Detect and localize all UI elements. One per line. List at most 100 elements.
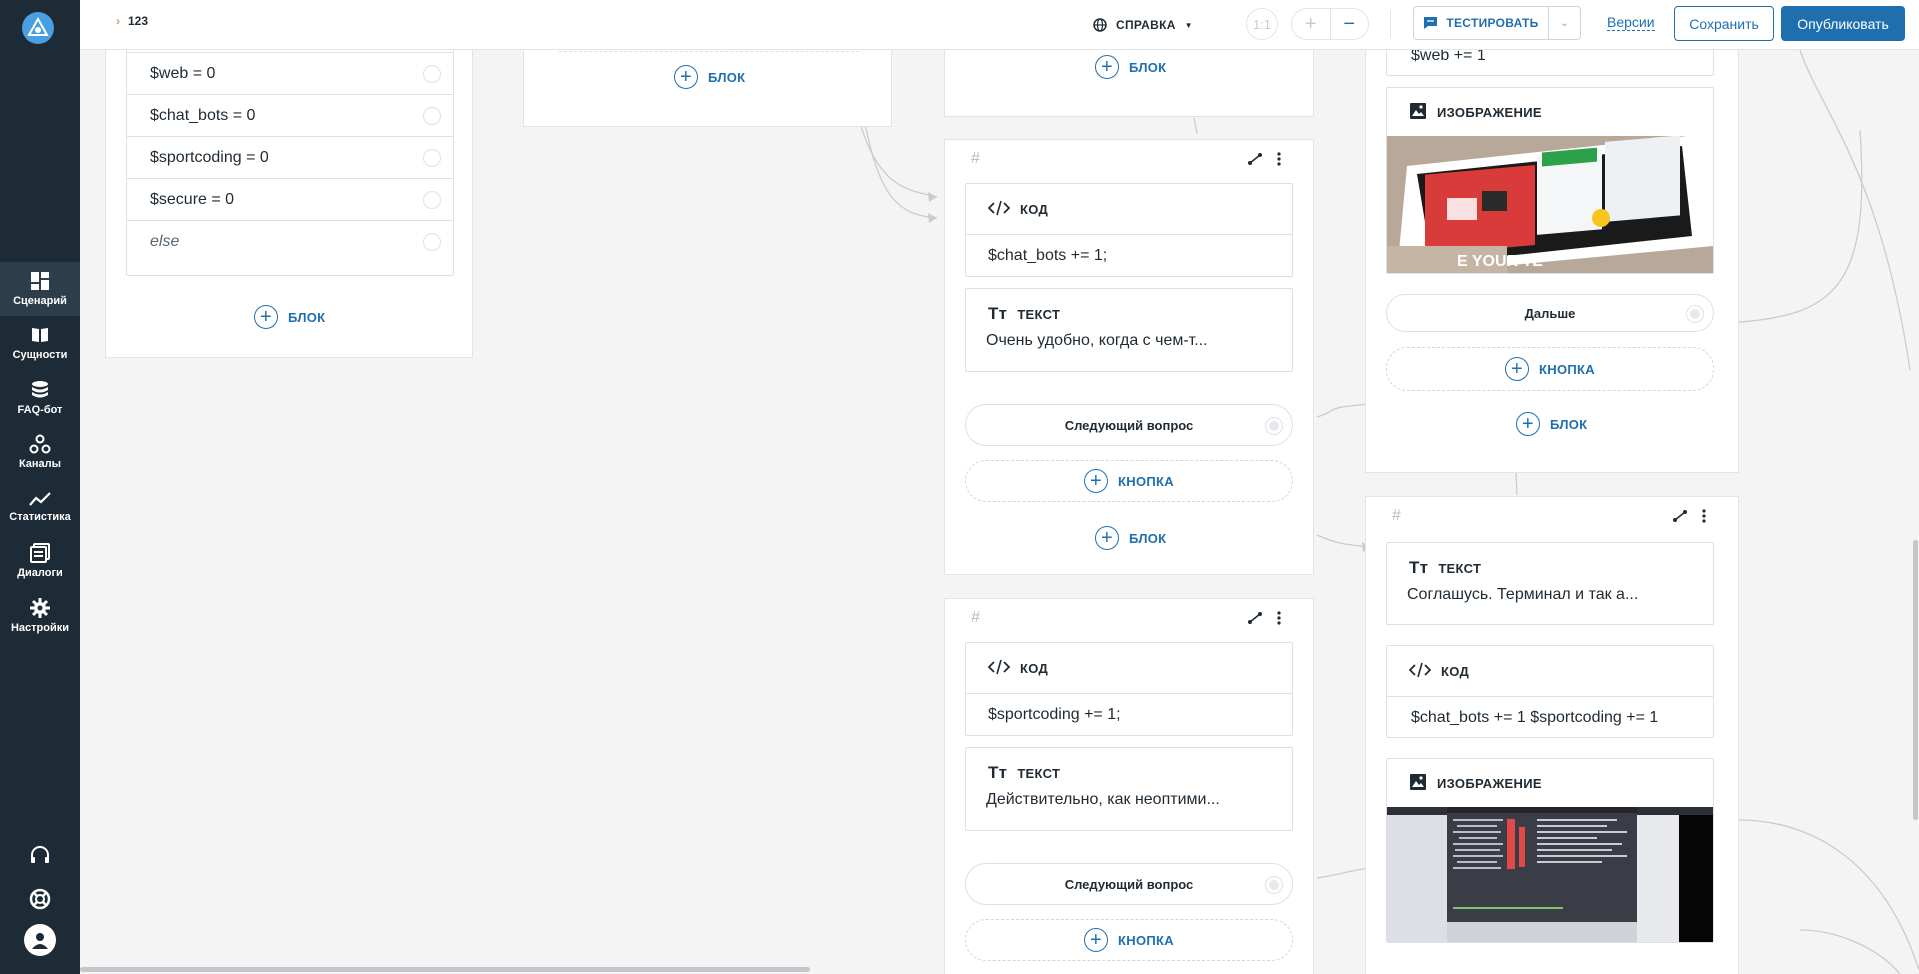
add-block-button[interactable]: + БЛОК — [1516, 412, 1587, 436]
sidebar-item-settings[interactable]: Настройки — [0, 589, 80, 643]
sidebar-item-dialogs[interactable]: Диалоги — [0, 534, 80, 588]
conditions-block: $web = 0 $chat_bots = 0 $sportcoding = 0… — [126, 50, 454, 276]
connector-circle-icon[interactable] — [423, 107, 441, 125]
conditions-card[interactable]: $web = 0 $chat_bots = 0 $sportcoding = 0… — [105, 50, 473, 358]
condition-row[interactable]: $sportcoding = 0 — [127, 137, 453, 179]
more-vertical-icon[interactable] — [1277, 611, 1281, 630]
breadcrumb[interactable]: › 123 — [116, 14, 148, 28]
image-block[interactable]: ИЗОБРАЖЕНИЕ — [1386, 758, 1714, 943]
connector-dot-icon[interactable] — [1687, 306, 1703, 322]
globe-icon — [1093, 18, 1107, 32]
more-vertical-icon[interactable] — [1277, 152, 1281, 171]
user-avatar-icon[interactable] — [24, 924, 56, 956]
test-button-group: ТЕСТИРОВАТЬ ⌄ — [1413, 6, 1581, 40]
logo-icon[interactable] — [22, 12, 54, 44]
code-block-partial[interactable]: $web += 1 — [1386, 50, 1714, 76]
vertical-scrollbar[interactable] — [1913, 540, 1918, 820]
dashed-divider — [559, 51, 859, 52]
add-block-button[interactable]: + БЛОК — [674, 65, 745, 89]
connector-circle-icon[interactable] — [423, 233, 441, 251]
book-icon — [32, 328, 48, 342]
add-button-button[interactable]: + КНОПКА — [965, 919, 1293, 961]
screen-card[interactable]: # Tт ТЕКСТ Соглашусь. Терминал и так а..… — [1365, 496, 1739, 974]
connect-icon[interactable] — [1247, 152, 1263, 171]
text-block[interactable]: Tт ТЕКСТ Соглашусь. Терминал и так а... — [1386, 542, 1714, 625]
condition-row-else[interactable]: else — [127, 221, 453, 263]
next-question-button[interactable]: Следующий вопрос — [965, 863, 1293, 905]
plus-circle-icon: + — [1084, 469, 1109, 493]
code-block-header: КОД — [966, 643, 1292, 693]
connector-circle-icon[interactable] — [423, 191, 441, 209]
database-icon — [32, 381, 48, 398]
more-vertical-icon[interactable] — [1702, 509, 1706, 528]
sidebar-item-faq[interactable]: FAQ-бот — [0, 371, 80, 425]
lifebuoy-icon[interactable] — [24, 883, 56, 915]
help-menu[interactable]: СПРАВКА ▼ — [1093, 12, 1193, 38]
plus-circle-icon: + — [1516, 412, 1540, 436]
add-button-button[interactable]: + КНОПКА — [965, 460, 1293, 502]
test-label: ТЕСТИРОВАТЬ — [1446, 16, 1539, 30]
connector-circle-icon[interactable] — [423, 149, 441, 167]
scenario-canvas[interactable]: $web = 0 $chat_bots = 0 $sportcoding = 0… — [80, 50, 1919, 974]
save-button[interactable]: Сохранить — [1674, 6, 1774, 41]
zoom-reset-button[interactable]: 1:1 — [1246, 8, 1278, 40]
screen-card[interactable]: # КОД $chat_bots += 1; Tт ТЕКСТ Очень уд… — [944, 139, 1314, 575]
code-block[interactable]: КОД $chat_bots += 1; — [965, 183, 1293, 277]
code-value: $chat_bots += 1; — [966, 234, 1292, 276]
connector-circle-icon[interactable] — [423, 65, 441, 83]
sidebar-item-entities[interactable]: Сущности — [0, 316, 80, 370]
text-block[interactable]: Tт ТЕКСТ Очень удобно, когда с чем-т... — [965, 288, 1293, 372]
top-card[interactable]: + БЛОК — [944, 50, 1314, 117]
hash-icon: # — [971, 150, 980, 167]
versions-link[interactable]: Версии — [1607, 14, 1655, 31]
sidebar-item-channels[interactable]: Каналы — [0, 425, 80, 479]
next-button[interactable]: Дальше — [1386, 294, 1714, 332]
test-button[interactable]: ТЕСТИРОВАТЬ — [1414, 16, 1548, 30]
connect-icon[interactable] — [1247, 611, 1263, 630]
sidebar-item-statistics[interactable]: Статистика — [0, 480, 80, 534]
plus-circle-icon: + — [1505, 357, 1530, 381]
plus-circle-icon: + — [1084, 928, 1109, 952]
zoom-controls: + − — [1291, 8, 1369, 40]
code-value: $web += 1 — [1411, 50, 1486, 64]
sidebar: Сценарий Сущности FAQ-бот Каналы Статист… — [0, 0, 80, 974]
card-tools — [1672, 509, 1706, 528]
sidebar-item-label: Сценарий — [13, 295, 67, 307]
headset-icon[interactable] — [24, 840, 56, 872]
code-block[interactable]: КОД $sportcoding += 1; — [965, 642, 1293, 736]
code-icon — [1408, 662, 1432, 681]
zoom-out-button[interactable]: − — [1329, 9, 1369, 39]
text-block[interactable]: Tт ТЕКСТ Действительно, как неоптими... — [965, 747, 1293, 831]
chart-line-icon — [29, 492, 51, 506]
publish-button[interactable]: Опубликовать — [1781, 6, 1905, 41]
test-dropdown-chevron-icon[interactable]: ⌄ — [1548, 7, 1580, 39]
code-block[interactable]: КОД $chat_bots += 1 $sportcoding += 1 — [1386, 645, 1714, 738]
connector-dot-icon[interactable] — [1266, 418, 1282, 434]
screen-card[interactable]: $web += 1 ИЗОБРАЖЕНИЕ E YOUR TE Дальше +… — [1365, 50, 1739, 473]
next-question-button[interactable]: Следующий вопрос — [965, 404, 1293, 446]
code-block-header: КОД — [1387, 646, 1713, 696]
caret-down-icon: ▼ — [1184, 20, 1193, 30]
zoom-in-button[interactable]: + — [1292, 9, 1330, 39]
chat-icon — [1424, 17, 1438, 29]
breadcrumb-project[interactable]: 123 — [128, 14, 148, 28]
add-block-button[interactable]: + БЛОК — [254, 305, 325, 329]
code-value: $chat_bots += 1 $sportcoding += 1 — [1387, 696, 1713, 738]
image-icon — [1409, 773, 1427, 794]
condition-row[interactable]: $chat_bots = 0 — [127, 95, 453, 137]
plus-circle-icon: + — [1095, 55, 1119, 79]
condition-row[interactable]: $web = 0 — [127, 53, 453, 95]
connect-icon[interactable] — [1672, 509, 1688, 528]
add-button-button[interactable]: + КНОПКА — [1386, 347, 1714, 391]
add-block-button[interactable]: + БЛОК — [1095, 526, 1166, 550]
screen-card[interactable]: # КОД $sportcoding += 1; Tт ТЕКСТ Действ… — [944, 598, 1314, 974]
top-middle-card[interactable]: + БЛОК — [523, 50, 892, 127]
condition-row[interactable]: $secure = 0 — [127, 179, 453, 221]
connector-dot-icon[interactable] — [1266, 877, 1282, 893]
sidebar-item-scenario[interactable]: Сценарий — [0, 262, 80, 316]
top-header: › 123 СПРАВКА ▼ 1:1 + − ТЕСТИРОВАТЬ ⌄ Ве… — [80, 0, 1919, 50]
horizontal-scrollbar[interactable] — [80, 967, 810, 972]
add-block-button[interactable]: + БЛОК — [1095, 55, 1166, 79]
channels-icon — [29, 434, 51, 454]
image-block[interactable]: ИЗОБРАЖЕНИЕ E YOUR TE — [1386, 87, 1714, 274]
